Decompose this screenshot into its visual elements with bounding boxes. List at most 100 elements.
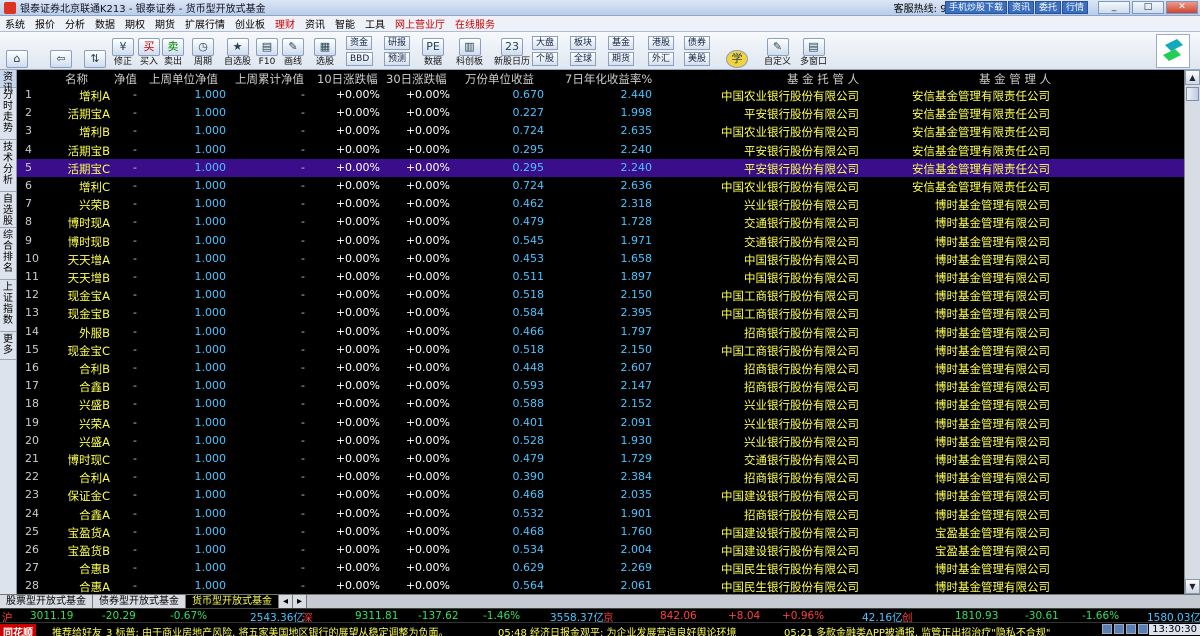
table-row[interactable]: 22 合利A - 1.000 - +0.00% +0.00% 0.390 2.384 招商银行股份… <box>17 468 1184 486</box>
table-row[interactable]: 17 合鑫B - 1.000 - +0.00% +0.00% 0.593 2.147 招商银行股份… <box>17 377 1184 395</box>
toolbar-mini-3[interactable]: 预测 <box>384 52 411 66</box>
toolbar-mini-9[interactable]: 期货 <box>608 52 635 66</box>
col-manager[interactable]: 基 金 管 理 人 <box>979 71 1051 87</box>
table-row[interactable]: 13 现金宝B - 1.000 - +0.00% +0.00% 0.584 2.395 中国工商银… <box>17 304 1184 322</box>
table-row[interactable]: 19 兴荣A - 1.000 - +0.00% +0.00% 0.401 2.091 兴业银行股份… <box>17 414 1184 432</box>
sidebar-item-3[interactable]: 自选股 <box>0 192 16 228</box>
sidebar-item-2[interactable]: 技术分析 <box>0 140 16 192</box>
toolbar-mini-7[interactable]: 全球 <box>570 52 597 66</box>
table-row[interactable]: 6 增利C - 1.000 - +0.00% +0.00% 0.724 2.636 中国农业银行股… <box>17 177 1184 195</box>
message-icon[interactable] <box>1126 624 1136 634</box>
table-row[interactable]: 18 兴盛B - 1.000 - +0.00% +0.00% 0.588 2.152 兴业银行股份… <box>17 395 1184 413</box>
close-button[interactable]: ✕ <box>1166 1 1198 14</box>
toolbar-button-9[interactable]: ✎ 画线 <box>282 34 304 68</box>
quote-button[interactable]: 行情 <box>1061 1 1088 14</box>
toolbar-button-8[interactable]: ▤ F10 <box>256 34 278 68</box>
tab-prev-icon[interactable]: ◂ <box>279 595 294 608</box>
menu-item-2[interactable]: 分析 <box>60 16 90 31</box>
menu-item-11[interactable]: 工具 <box>360 16 390 31</box>
toolbar-mini-11[interactable]: 外汇 <box>648 52 675 66</box>
menu-item-3[interactable]: 数据 <box>90 16 120 31</box>
col-nav[interactable]: 净值 <box>114 71 137 87</box>
table-row[interactable]: 28 合惠A - 1.000 - +0.00% +0.00% 0.564 2.061 中国民生银行… <box>17 577 1184 594</box>
sidebar-item-0[interactable]: 资讯 <box>0 70 16 94</box>
scroll-up-icon[interactable]: ▲ <box>1185 70 1200 85</box>
toolbar-button-7[interactable]: ★ 自选股 <box>224 34 251 68</box>
menu-item-9[interactable]: 资讯 <box>300 16 330 31</box>
col-prev-nav[interactable]: 上周单位净值 <box>149 71 218 87</box>
col-name[interactable]: 名称 <box>65 71 88 87</box>
menu-item-5[interactable]: 期货 <box>150 16 180 31</box>
menu-item-1[interactable]: 报价 <box>30 16 60 31</box>
table-row[interactable]: 1 增利A - 1.000 - +0.00% +0.00% 0.670 2.440 中国农业银行股… <box>17 86 1184 104</box>
alert-icon[interactable] <box>1114 624 1124 634</box>
table-row[interactable]: 25 宝盈货A - 1.000 - +0.00% +0.00% 0.468 1.760 中国建设银… <box>17 523 1184 541</box>
toolbar-button-4[interactable]: 买买入 <box>138 34 160 68</box>
trade-button[interactable]: 委托 <box>1034 1 1061 14</box>
toolbar-button-16[interactable]: ▤ 多窗口 <box>800 34 827 68</box>
menu-item-4[interactable]: 期权 <box>120 16 150 31</box>
toolbar-mini-8[interactable]: 基金 <box>608 36 635 50</box>
table-row[interactable]: 8 博时现A - 1.000 - +0.00% +0.00% 0.479 1.728 交通银行股份… <box>17 213 1184 231</box>
table-row[interactable]: 20 兴盛A - 1.000 - +0.00% +0.00% 0.528 1.930 兴业银行股份… <box>17 432 1184 450</box>
menu-item-8[interactable]: 理财 <box>270 16 300 31</box>
sidebar-item-1[interactable]: 分时走势 <box>0 88 16 140</box>
table-row[interactable]: 10 天天增A - 1.000 - +0.00% +0.00% 0.453 1.658 中国银行股… <box>17 250 1184 268</box>
table-row[interactable]: 12 现金宝A - 1.000 - +0.00% +0.00% 0.518 2.150 中国工商银… <box>17 286 1184 304</box>
toolbar-mini-2[interactable]: 研报 <box>384 36 411 50</box>
toolbar-button-10[interactable]: ▦ 选股 <box>314 34 336 68</box>
table-row[interactable]: 16 合利B - 1.000 - +0.00% +0.00% 0.448 2.607 招商银行股份… <box>17 359 1184 377</box>
table-row[interactable]: 4 活期宝B - 1.000 - +0.00% +0.00% 0.295 2.240 平安银行股份… <box>17 141 1184 159</box>
table-row[interactable]: 23 保证金C - 1.000 - +0.00% +0.00% 0.468 2.035 中国建设银… <box>17 486 1184 504</box>
toolbar-button-12[interactable]: ▥ 科创板 <box>456 34 483 68</box>
toolbar-button-2[interactable]: ⇅ <box>84 34 106 68</box>
news-item-2[interactable]: 05:48 经济日报金观平: 为企业发展营造良好舆论环境 <box>498 624 737 636</box>
maximize-button[interactable]: □ <box>1132 1 1164 14</box>
table-row[interactable]: 2 活期宝A - 1.000 - +0.00% +0.00% 0.227 1.998 平安银行股份… <box>17 104 1184 122</box>
cy-index[interactable]: 1810.93 <box>955 610 998 622</box>
mobile-download-button[interactable]: 手机炒股下载 <box>944 1 1007 14</box>
settings-icon[interactable] <box>1138 624 1148 634</box>
menu-item-7[interactable]: 创业板 <box>230 16 270 31</box>
toolbar-mini-1[interactable]: BBD <box>346 52 374 66</box>
toolbar-button-6[interactable]: ◷ 周期 <box>192 34 214 68</box>
table-row[interactable]: 24 合鑫A - 1.000 - +0.00% +0.00% 0.532 1.901 招商银行股份… <box>17 505 1184 523</box>
toolbar-mini-6[interactable]: 板块 <box>570 36 597 50</box>
toolbar-mini-13[interactable]: 美股 <box>684 52 711 66</box>
toolbar-button-0[interactable]: ⌂ <box>6 34 28 68</box>
toolbar-button-1[interactable]: ⇦ <box>50 34 72 68</box>
connection-icon[interactable] <box>1102 624 1112 634</box>
scroll-down-icon[interactable]: ▼ <box>1185 579 1200 594</box>
scroll-thumb[interactable] <box>1186 87 1199 101</box>
tab-2[interactable]: 货币型开放式基金 <box>186 595 279 608</box>
news-button[interactable]: 资讯 <box>1007 1 1034 14</box>
sidebar-item-6[interactable]: 更多 <box>0 332 16 360</box>
table-row[interactable]: 21 博时现C - 1.000 - +0.00% +0.00% 0.479 1.729 交通银行股… <box>17 450 1184 468</box>
toolbar-button-14[interactable]: 学 <box>726 34 748 68</box>
table-row[interactable]: 9 博时现B - 1.000 - +0.00% +0.00% 0.545 1.971 交通银行股份… <box>17 232 1184 250</box>
col-wf[interactable]: 万份单位收益 <box>465 71 534 87</box>
toolbar-mini-5[interactable]: 个股 <box>532 52 559 66</box>
news-item-3[interactable]: 05:21 多款金融类APP被通报, 监管正出招治疗"隐私不合规" <box>784 624 1050 636</box>
tab-next-icon[interactable]: ▸ <box>293 595 308 608</box>
toolbar-button-15[interactable]: ✎ 自定义 <box>764 34 791 68</box>
tab-0[interactable]: 股票型开放式基金 <box>0 595 93 608</box>
vertical-scrollbar[interactable]: ▲ ▼ <box>1184 70 1200 594</box>
table-row[interactable]: 7 兴荣B - 1.000 - +0.00% +0.00% 0.462 2.318 兴业银行股份有… <box>17 195 1184 213</box>
toolbar-mini-4[interactable]: 大盘 <box>532 36 559 50</box>
col-d10[interactable]: 10日涨跌幅 <box>317 71 378 87</box>
toolbar-button-5[interactable]: 卖卖出 <box>162 34 184 68</box>
menu-item-10[interactable]: 智能 <box>330 16 360 31</box>
recommend-link[interactable]: 推荐给好友 <box>52 624 102 636</box>
toolbar-button-13[interactable]: 23 新股日历 <box>494 34 530 68</box>
toolbar-mini-10[interactable]: 港股 <box>648 36 675 50</box>
news-item-1[interactable]: 3 标普: 由于商业房地产风险, 将五家美国地区银行的展望从稳定调整为负面。 <box>106 624 448 636</box>
toolbar-mini-0[interactable]: 资金 <box>346 36 373 50</box>
table-row[interactable]: 5 活期宝C - 1.000 - +0.00% +0.00% 0.295 2.240 平安银行股份… <box>17 158 1184 177</box>
sh-index[interactable]: 3011.19 <box>30 610 73 622</box>
sidebar-item-4[interactable]: 综合排名 <box>0 228 16 280</box>
toolbar-button-3[interactable]: ¥ 修正 <box>112 34 134 68</box>
tab-1[interactable]: 债券型开放式基金 <box>93 595 186 608</box>
table-row[interactable]: 26 宝盈货B - 1.000 - +0.00% +0.00% 0.534 2.004 中国建设银… <box>17 541 1184 559</box>
menu-item-6[interactable]: 扩展行情 <box>180 16 230 31</box>
